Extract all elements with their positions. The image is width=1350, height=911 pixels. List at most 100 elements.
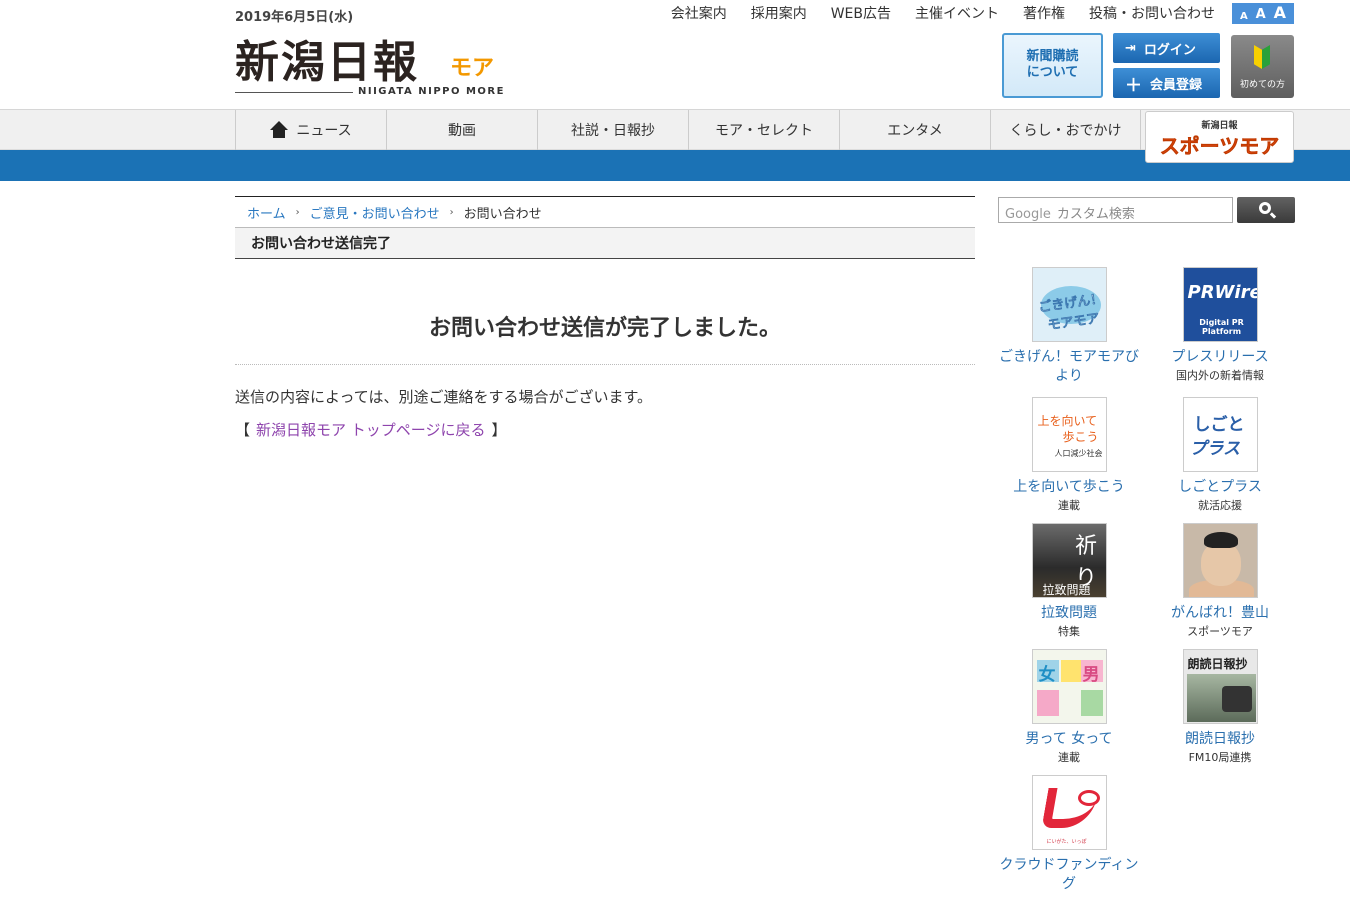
chevron-right-icon: › bbox=[449, 206, 454, 218]
search-brand: Google bbox=[1005, 207, 1051, 222]
breadcrumb-current: お問い合わせ bbox=[463, 206, 542, 222]
logo-divider bbox=[235, 92, 353, 93]
login-label: ログイン bbox=[1143, 42, 1196, 58]
utility-link-contact[interactable]: 投稿・お問い合わせ bbox=[1077, 3, 1227, 23]
search-icon bbox=[1259, 202, 1271, 214]
banner-title: しごとプラス bbox=[1178, 479, 1262, 495]
thumb-text-2: 歩こう bbox=[1062, 430, 1099, 444]
banner-title: 男って 女って bbox=[1025, 731, 1113, 747]
nav-item-news[interactable]: ニュース bbox=[235, 110, 386, 150]
banner-thumbnail: しごと プラス bbox=[1182, 397, 1258, 472]
banner-title: 朗読日報抄 bbox=[1185, 731, 1255, 747]
subscription-button[interactable]: 新聞購読 について bbox=[1002, 33, 1103, 98]
banner-abduction[interactable]: 祈り 拉致問題 拉致問題 特集 bbox=[998, 523, 1140, 639]
thumb-sub: Digital PR Platform bbox=[1199, 318, 1244, 336]
nav-item-editorial[interactable]: 社説・日報抄 bbox=[537, 110, 688, 150]
bracket-close: 】 bbox=[491, 421, 507, 439]
banner-subtitle: 連載 bbox=[1058, 498, 1080, 512]
thumb-text-2: プラス bbox=[1189, 439, 1241, 459]
banner-title: プレスリリース bbox=[1171, 349, 1269, 365]
utility-link-company[interactable]: 会社案内 bbox=[659, 3, 739, 23]
thumb-text: しごと bbox=[1193, 415, 1245, 435]
banner-subtitle: 連載 bbox=[1058, 750, 1080, 764]
banner-yutakayama[interactable]: がんばれ！豊山 スポーツモア bbox=[1149, 523, 1291, 639]
thumb-text: PRWire bbox=[1187, 282, 1258, 303]
utility-link-events[interactable]: 主催イベント bbox=[903, 3, 1011, 23]
banner-ue-wo-muite[interactable]: 上を向いて 歩こう 人口減少社会 上を向いて歩こう 連載 bbox=[998, 397, 1140, 513]
current-date: 2019年6月5日(水) bbox=[235, 10, 354, 25]
search-placeholder: カスタム検索 bbox=[1056, 207, 1135, 222]
nav-item-label: くらし・おでかけ bbox=[1009, 123, 1122, 139]
banner-thumbnail: PRWire Digital PR Platform bbox=[1182, 267, 1258, 342]
subscription-label-line1: 新聞購読 bbox=[1026, 49, 1079, 64]
utility-link-ads[interactable]: WEB広告 bbox=[819, 3, 903, 23]
font-size-large-button[interactable]: A bbox=[1274, 3, 1286, 22]
nav-item-video[interactable]: 動画 bbox=[386, 110, 537, 150]
nav-item-label: モア・セレクト bbox=[715, 123, 813, 139]
banner-thumbnail: 朗読日報抄 bbox=[1182, 649, 1258, 724]
thumb-text: ごきげん！モアモア bbox=[1037, 291, 1104, 334]
thumb-sub: 人口減少社会 bbox=[1054, 449, 1103, 458]
thumb-text: 女 bbox=[1038, 665, 1056, 685]
page-title: お問い合わせ送信完了 bbox=[235, 227, 975, 259]
logo-kanji: 新潟日報 bbox=[235, 37, 419, 88]
sports-more-tab[interactable]: 新潟日報 スポーツモア bbox=[1145, 111, 1294, 163]
nav-item-lifestyle[interactable]: くらし・おでかけ bbox=[990, 110, 1141, 150]
banner-press-release[interactable]: PRWire Digital PR Platform プレスリリース 国内外の新… bbox=[1149, 267, 1291, 383]
chevron-right-icon: › bbox=[295, 206, 300, 218]
completion-message: 送信の内容によっては、別途ご連絡をする場合がございます。 bbox=[235, 388, 653, 406]
banner-otoko-onna[interactable]: 女 男 男って 女って 連載 bbox=[998, 649, 1140, 765]
banner-thumbnail: 上を向いて 歩こう 人口減少社会 bbox=[1031, 397, 1107, 472]
main-content: ホーム › ご意見・お問い合わせ › お問い合わせ お問い合わせ送信完了 お問い… bbox=[235, 196, 975, 440]
nav-item-label: エンタメ bbox=[887, 123, 943, 139]
font-size-medium-button[interactable]: A bbox=[1256, 7, 1266, 22]
beginner-mark-icon bbox=[1254, 45, 1270, 69]
login-icon: ⇥ bbox=[1125, 40, 1136, 56]
banner-roudoku[interactable]: 朗読日報抄 朗読日報抄 FM10局連携 bbox=[1149, 649, 1291, 765]
breadcrumb-home[interactable]: ホーム bbox=[247, 203, 286, 222]
font-size-small-button[interactable]: A bbox=[1240, 11, 1248, 22]
banner-title: クラウドファンディング bbox=[999, 857, 1139, 892]
site-logo[interactable]: 新潟日報 モア NIIGATA NIPPO MORE bbox=[235, 26, 515, 100]
banner-title: がんばれ！豊山 bbox=[1171, 605, 1269, 621]
banner-subtitle: 国内外の新着情報 bbox=[1176, 368, 1264, 382]
banner-thumbnail: 祈り 拉致問題 bbox=[1031, 523, 1107, 598]
logo-subtitle: NIIGATA NIPPO MORE bbox=[358, 86, 505, 97]
sports-more-logo: スポーツモア bbox=[1159, 134, 1280, 159]
utility-nav: 会社案内 採用案内 WEB広告 主催イベント 著作権 投稿・お問い合わせ bbox=[659, 3, 1227, 23]
banner-subtitle: FM10局連携 bbox=[1188, 750, 1252, 764]
thumb-sub: にいがた、いっぽ bbox=[1046, 839, 1087, 845]
nav-item-entertainment[interactable]: エンタメ bbox=[839, 110, 990, 150]
nav-item-more-select[interactable]: モア・セレクト bbox=[688, 110, 839, 150]
first-time-label: 初めての方 bbox=[1239, 80, 1285, 90]
utility-link-recruit[interactable]: 採用案内 bbox=[739, 3, 819, 23]
banner-title: 拉致問題 bbox=[1041, 605, 1097, 621]
utility-link-copyright[interactable]: 著作権 bbox=[1011, 3, 1077, 23]
first-time-button[interactable]: 初めての方 bbox=[1231, 35, 1294, 98]
banner-thumbnail: ごきげん！モアモア bbox=[1031, 267, 1107, 342]
radio-icon bbox=[1221, 686, 1252, 712]
breadcrumb-parent[interactable]: ご意見・お問い合わせ bbox=[310, 203, 440, 222]
banner-thumbnail: にいがた、いっぽ bbox=[1031, 775, 1107, 850]
home-icon bbox=[270, 121, 289, 139]
search-button[interactable] bbox=[1237, 197, 1295, 223]
register-button[interactable]: ＋ 会員登録 bbox=[1113, 68, 1220, 98]
search-input[interactable]: Google カスタム検索 bbox=[998, 197, 1233, 223]
thumb-text: 上を向いて bbox=[1037, 414, 1098, 428]
banner-crowdfunding[interactable]: にいがた、いっぽ クラウドファンディング bbox=[998, 775, 1140, 894]
banner-gokigen[interactable]: ごきげん！モアモア ごきげん！モアモアびより bbox=[998, 267, 1140, 386]
thumb-sub: 拉致問題 bbox=[1042, 583, 1091, 597]
register-label: 会員登録 bbox=[1150, 77, 1203, 93]
banner-shigoto-plus[interactable]: しごと プラス しごとプラス 就活応援 bbox=[1149, 397, 1291, 513]
back-to-top: 【新潟日報モア トップページに戻る】 bbox=[235, 419, 975, 440]
nav-item-label: 社説・日報抄 bbox=[571, 123, 655, 139]
nav-item-label: 動画 bbox=[448, 123, 476, 139]
login-button[interactable]: ⇥ ログイン bbox=[1113, 33, 1220, 63]
nav-item-label: ニュース bbox=[296, 123, 352, 139]
banner-subtitle: 特集 bbox=[1058, 624, 1080, 638]
breadcrumb: ホーム › ご意見・お問い合わせ › お問い合わせ bbox=[235, 196, 975, 227]
bracket-open: 【 bbox=[235, 421, 251, 439]
completion-title: お問い合わせ送信が完了しました。 bbox=[235, 310, 975, 365]
back-to-top-link[interactable]: 新潟日報モア トップページに戻る bbox=[256, 421, 485, 439]
banner-title: 上を向いて歩こう bbox=[1013, 479, 1125, 495]
